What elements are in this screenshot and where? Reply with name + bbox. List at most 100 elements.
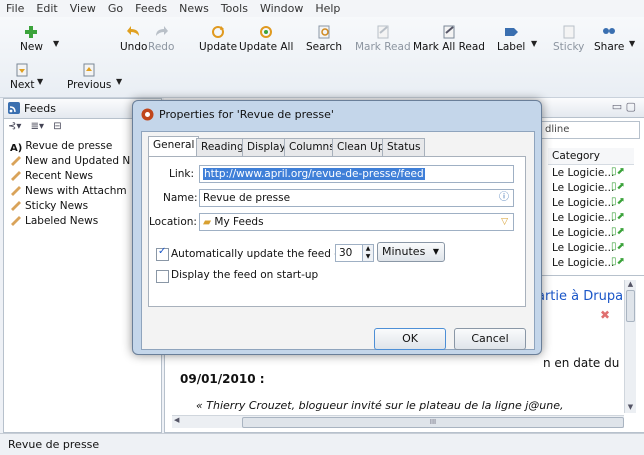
menu-help[interactable]: Help — [309, 0, 346, 17]
interval-stepper[interactable]: ▲ ▼ — [362, 244, 374, 262]
previous-icon — [83, 63, 95, 77]
startup-label[interactable]: Display the feed on start-up — [171, 269, 318, 281]
sticky-flag-icon[interactable]: ▯⬈ — [611, 181, 625, 196]
previous-dropdown-icon[interactable]: ▼ — [116, 77, 122, 86]
article-vertical-scrollbar[interactable]: ▲ ▼ — [624, 280, 636, 413]
list-options-icon[interactable]: ≣▾ — [31, 121, 44, 132]
startup-checkbox[interactable] — [156, 270, 169, 283]
menu-file[interactable]: File — [0, 0, 30, 17]
category-cell[interactable]: Le Logicie... — [552, 182, 614, 194]
label-icon — [505, 28, 519, 36]
label-dropdown-icon[interactable]: ▼ — [531, 39, 537, 48]
sticky-flag-icon[interactable]: ▯⬈ — [611, 211, 625, 226]
status-bar: Revue de presse — [0, 433, 644, 455]
share-button[interactable]: Share — [594, 25, 624, 53]
tree-item-revue-de-presse[interactable]: A) Revue de presse — [10, 140, 112, 154]
mark-all-read-button[interactable]: Mark All Read — [413, 25, 485, 53]
tab-general[interactable]: General — [148, 136, 200, 158]
location-label: Location: — [149, 216, 197, 228]
sticky-flag-icon[interactable]: ▯⬈ — [611, 196, 625, 211]
menu-go[interactable]: Go — [102, 0, 129, 17]
sticky-flag-icon[interactable]: ▯⬈ — [611, 166, 625, 181]
menu-news[interactable]: News — [173, 0, 215, 17]
saved-search-icon — [11, 171, 21, 181]
category-column-header[interactable]: Category — [548, 148, 634, 165]
name-field[interactable]: Revue de presse ⓘ — [199, 189, 514, 207]
sticky-button[interactable]: Sticky — [553, 25, 584, 53]
new-icon — [25, 26, 38, 38]
tree-item-labeled-news[interactable]: Labeled News — [10, 215, 98, 227]
saved-search-icon — [11, 216, 21, 226]
scroll-down-icon[interactable]: ▼ — [625, 403, 636, 411]
h-scroll-thumb[interactable]: III — [242, 417, 624, 428]
dialog-title: Properties for 'Revue de presse' — [159, 108, 334, 121]
scroll-up-icon[interactable]: ▲ — [625, 280, 636, 288]
filter-icon[interactable]: ⊰▾ — [8, 121, 21, 132]
label-label: Label — [497, 41, 526, 53]
category-cell[interactable]: Le Logicie... — [552, 242, 614, 254]
share-dropdown-icon[interactable]: ▼ — [629, 39, 635, 48]
scroll-thumb[interactable] — [626, 290, 635, 322]
maximize-icon[interactable]: ▭ ▢ — [612, 100, 636, 113]
sticky-flag-icon[interactable]: ▯⬈ — [611, 241, 625, 256]
tree-item-new-and-updated[interactable]: New and Updated N — [10, 155, 130, 167]
close-article-icon[interactable]: ✖ — [600, 308, 610, 322]
tab-reading[interactable]: Reading — [196, 138, 249, 157]
label-button[interactable]: Label — [497, 25, 525, 53]
previous-label: Previous — [67, 79, 112, 91]
tree-item-news-with-attachments[interactable]: News with Attachm — [10, 185, 127, 197]
general-tab-panel: Link: http://www.april.org/revue-de-pres… — [148, 156, 526, 307]
scroll-left-icon[interactable]: ◀ — [174, 416, 179, 424]
link-field[interactable]: http://www.april.org/revue-de-presse/fee… — [199, 165, 514, 183]
mark-read-button[interactable]: Mark Read — [355, 25, 411, 53]
sticky-flag-icon[interactable]: ▯⬈ — [611, 256, 625, 271]
menu-tools[interactable]: Tools — [215, 0, 254, 17]
mark-all-read-icon — [443, 25, 455, 39]
article-horizontal-scrollbar[interactable]: ◀ III — [172, 415, 624, 428]
search-button[interactable]: Search — [306, 25, 342, 53]
sticky-flag-icon[interactable]: ▯⬈ — [611, 226, 625, 241]
feed-favicon-icon: A) — [10, 143, 23, 154]
next-icon — [16, 63, 28, 77]
new-dropdown-icon[interactable]: ▼ — [53, 39, 59, 48]
menu-bar: File Edit View Go Feeds News Tools Window Help — [0, 0, 644, 18]
update-button[interactable]: Update — [199, 25, 237, 53]
category-cell[interactable]: Le Logicie... — [552, 167, 614, 179]
cancel-button[interactable]: Cancel — [454, 328, 526, 350]
article-quote: « Thierry Crouzet, blogueur invité sur l… — [196, 399, 564, 412]
category-cell[interactable]: Le Logicie... — [552, 197, 614, 209]
sticky-flag-column: ▯⬈ ▯⬈ ▯⬈ ▯⬈ ▯⬈ ▯⬈ ▯⬈ — [611, 166, 625, 270]
help-icon[interactable]: ⓘ — [499, 190, 509, 206]
update-all-button[interactable]: Update All — [239, 25, 293, 53]
update-unit-select[interactable]: Minutes ▼ — [377, 242, 445, 262]
checkmark-icon: ✓ — [158, 246, 167, 257]
tab-clean-up[interactable]: Clean Up — [332, 138, 390, 157]
undo-button[interactable]: Undo — [120, 25, 147, 53]
location-select[interactable]: ▰ My Feeds ▽ — [199, 213, 514, 231]
menu-view[interactable]: View — [64, 0, 102, 17]
new-button[interactable]: New — [20, 25, 43, 53]
auto-update-checkbox[interactable]: ✓ — [156, 246, 169, 261]
headline-search-field[interactable]: dline — [540, 121, 640, 139]
search-icon — [318, 25, 330, 39]
category-cell[interactable]: Le Logicie... — [552, 227, 614, 239]
menu-feeds[interactable]: Feeds — [129, 0, 173, 17]
redo-button[interactable]: Redo — [148, 25, 174, 53]
article-heading[interactable]: artie à Drupal — [537, 289, 627, 304]
collapse-icon[interactable]: ⊟ — [53, 121, 61, 132]
tree-item-recent-news[interactable]: Recent News — [10, 170, 93, 182]
status-text: Revue de presse — [8, 438, 100, 451]
update-icon — [212, 26, 225, 38]
category-cell[interactable]: Le Logicie... — [552, 257, 614, 269]
menu-edit[interactable]: Edit — [30, 0, 63, 17]
ok-button[interactable]: OK — [374, 328, 446, 350]
saved-search-icon — [11, 156, 21, 166]
category-cell[interactable]: Le Logicie... — [552, 212, 614, 224]
previous-button[interactable]: Previous — [67, 63, 111, 91]
menu-window[interactable]: Window — [254, 0, 309, 17]
next-dropdown-icon[interactable]: ▼ — [37, 77, 43, 86]
update-all-icon — [260, 26, 273, 38]
tree-item-sticky-news[interactable]: Sticky News — [10, 200, 88, 212]
tab-status[interactable]: Status — [382, 138, 426, 157]
next-button[interactable]: Next — [10, 63, 34, 91]
